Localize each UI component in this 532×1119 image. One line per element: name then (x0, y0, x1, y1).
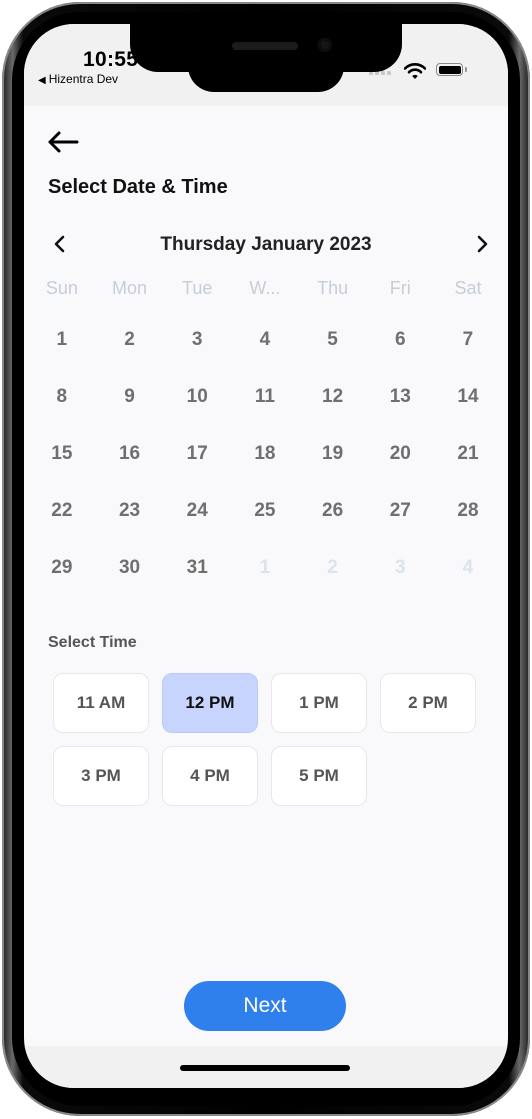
calendar-day[interactable]: 20 (366, 442, 434, 499)
calendar-day-next-month[interactable]: 3 (366, 556, 434, 613)
chevron-right-icon[interactable] (470, 232, 494, 256)
calendar-day[interactable]: 24 (163, 499, 231, 556)
back-arrow-icon[interactable] (46, 128, 80, 156)
page-title: Select Date & Time (48, 176, 228, 198)
calendar-day[interactable]: 28 (434, 499, 502, 556)
calendar-day[interactable]: 26 (299, 499, 367, 556)
calendar-day[interactable]: 18 (231, 442, 299, 499)
time-slot[interactable]: 1 PM (271, 673, 367, 733)
calendar-day[interactable]: 29 (28, 556, 96, 613)
calendar-day[interactable]: 11 (231, 385, 299, 442)
calendar-day[interactable]: 9 (96, 385, 164, 442)
calendar-day[interactable]: 19 (299, 442, 367, 499)
weekday-label: W... (249, 278, 281, 298)
home-bar-area (24, 1046, 508, 1088)
weekday-label: Fri (389, 278, 411, 298)
time-slot-selected[interactable]: 12 PM (162, 673, 258, 733)
calendar-day[interactable]: 13 (366, 385, 434, 442)
calendar-day[interactable]: 3 (163, 328, 231, 385)
calendar-day[interactable]: 8 (28, 385, 96, 442)
calendar-day[interactable]: 2 (96, 328, 164, 385)
calendar-day[interactable]: 17 (163, 442, 231, 499)
time-slot[interactable]: 11 AM (53, 673, 149, 733)
calendar-day[interactable]: 7 (434, 328, 502, 385)
back-triangle-icon: ◀ (38, 75, 46, 86)
time-slot-grid: 11 AM 12 PM 1 PM 2 PM 3 PM 4 PM 5 PM (53, 673, 483, 806)
select-time-label: Select Time (48, 634, 137, 651)
calendar-day[interactable]: 4 (231, 328, 299, 385)
back-to-app-link[interactable]: ◀ Hizentra Dev (38, 72, 118, 86)
weekday-label: Sun (45, 278, 78, 298)
calendar-day-next-month[interactable]: 1 (231, 556, 299, 613)
weekday-header: Sun Mon Tue W... Thu Fri Sat (28, 278, 502, 299)
status-time: 10:55 (83, 48, 139, 71)
calendar-day[interactable]: 16 (96, 442, 164, 499)
calendar-day[interactable]: 30 (96, 556, 164, 613)
front-camera (318, 38, 332, 52)
calendar-day[interactable]: 22 (28, 499, 96, 556)
calendar-day[interactable]: 27 (366, 499, 434, 556)
battery-icon (436, 63, 463, 76)
calendar-day[interactable]: 25 (231, 499, 299, 556)
wifi-icon (404, 63, 426, 79)
calendar-day[interactable]: 12 (299, 385, 367, 442)
month-navigation: Thursday January 2023 (46, 228, 488, 260)
calendar-day[interactable]: 31 (163, 556, 231, 613)
weekday-label: Sat (454, 278, 482, 298)
main-content: Select Date & Time Thursday January 2023… (24, 106, 508, 1046)
calendar-day[interactable]: 15 (28, 442, 96, 499)
calendar-day[interactable]: 21 (434, 442, 502, 499)
calendar-day-next-month[interactable]: 2 (299, 556, 367, 613)
calendar-day[interactable]: 10 (163, 385, 231, 442)
weekday-label: Tue (182, 278, 213, 298)
battery-tip (465, 67, 467, 72)
calendar-day-grid: 1 2 3 4 5 6 7 8 9 10 11 12 13 14 15 16 17 18 19 20 21 22 23 24 2… (28, 328, 502, 613)
calendar-day-next-month[interactable]: 4 (434, 556, 502, 613)
next-button[interactable]: Next (184, 981, 346, 1031)
time-slot[interactable]: 3 PM (53, 746, 149, 806)
calendar-day[interactable]: 23 (96, 499, 164, 556)
time-slot[interactable]: 2 PM (380, 673, 476, 733)
month-label: Thursday January 2023 (160, 234, 372, 255)
notch-lower (188, 24, 344, 92)
calendar-day[interactable]: 1 (28, 328, 96, 385)
time-slot[interactable]: 4 PM (162, 746, 258, 806)
phone-screen: 10:55 ◀ Hizentra Dev Select Date & Time T… (24, 24, 508, 1088)
weekday-label: Thu (317, 278, 349, 298)
calendar-day[interactable]: 6 (366, 328, 434, 385)
back-app-label: Hizentra Dev (48, 72, 119, 86)
time-slot[interactable]: 5 PM (271, 746, 367, 806)
calendar-day[interactable]: 14 (434, 385, 502, 442)
calendar-day[interactable]: 5 (299, 328, 367, 385)
weekday-label: Mon (112, 278, 148, 298)
home-indicator[interactable] (180, 1065, 350, 1071)
speaker-grille (232, 42, 298, 50)
